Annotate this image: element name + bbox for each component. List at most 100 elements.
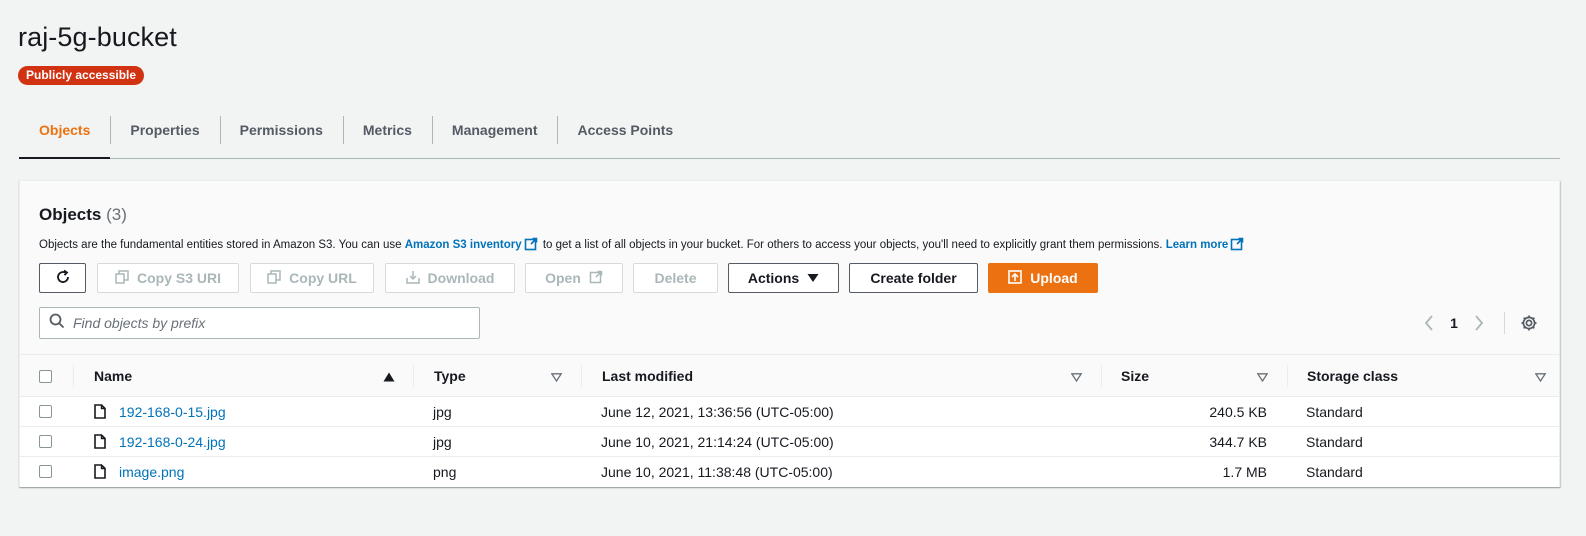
object-storage-class: Standard	[1306, 433, 1363, 450]
column-last-modified-label: Last modified	[602, 368, 694, 384]
object-last-modified: June 10, 2021, 21:14:24 (UTC-05:00)	[601, 433, 834, 450]
external-link-icon	[1230, 237, 1244, 254]
copy-icon	[115, 269, 129, 287]
object-type: png	[433, 463, 457, 480]
tab-metrics[interactable]: Metrics	[342, 114, 432, 158]
column-last-modified[interactable]: Last modified	[581, 355, 1101, 397]
actions-dropdown[interactable]: Actions	[728, 263, 839, 293]
column-storage-class-label: Storage class	[1307, 368, 1399, 384]
tab-access-points[interactable]: Access Points	[557, 114, 693, 158]
delete-button[interactable]: Delete	[633, 263, 718, 293]
create-folder-button[interactable]: Create folder	[849, 263, 978, 293]
copy-s3-uri-button[interactable]: Copy S3 URI	[97, 263, 239, 293]
sort-icon[interactable]	[550, 369, 563, 385]
object-size: 240.5 KB	[1209, 403, 1267, 420]
objects-table: Name Type Last modified Size Storage cla…	[20, 354, 1559, 487]
file-icon	[94, 427, 106, 456]
object-type: jpg	[433, 403, 452, 420]
external-link-icon	[524, 237, 538, 254]
objects-heading-label: Objects	[39, 205, 102, 224]
description-text-1: Objects are the fundamental entities sto…	[39, 239, 405, 251]
sort-icon[interactable]	[1070, 369, 1083, 385]
tab-objects[interactable]: Objects	[19, 114, 111, 159]
object-last-modified: June 10, 2021, 11:38:48 (UTC-05:00)	[601, 463, 833, 480]
column-type[interactable]: Type	[413, 355, 581, 397]
upload-label: Upload	[1030, 270, 1078, 286]
download-label: Download	[427, 270, 495, 286]
object-name-link[interactable]: 192-168-0-15.jpg	[119, 397, 226, 426]
delete-label: Delete	[654, 270, 697, 286]
objects-heading: Objects (3)	[39, 205, 127, 225]
copy-icon	[267, 269, 281, 287]
column-divider	[1101, 365, 1102, 387]
actions-label: Actions	[747, 270, 800, 286]
table-header: Name Type Last modified Size Storage cla…	[20, 354, 1559, 397]
refresh-icon	[55, 269, 71, 288]
download-button[interactable]: Download	[385, 263, 515, 293]
objects-panel: Objects (3) Objects are the fundamental …	[19, 180, 1560, 487]
sort-ascending-icon[interactable]	[383, 369, 395, 385]
column-divider	[73, 365, 74, 387]
open-label: Open	[545, 270, 581, 286]
tab-properties[interactable]: Properties	[110, 114, 219, 158]
column-size[interactable]: Size	[1101, 355, 1287, 397]
pagination: 1	[1414, 307, 1539, 339]
search-input[interactable]	[73, 315, 453, 331]
column-name-label: Name	[94, 368, 133, 384]
table-row[interactable]: 192-168-0-15.jpg jpg June 12, 2021, 13:3…	[20, 397, 1559, 427]
sort-icon[interactable]	[1534, 369, 1547, 385]
open-button[interactable]: Open	[525, 263, 623, 293]
caret-down-icon	[807, 270, 819, 286]
gear-icon[interactable]	[1519, 314, 1539, 332]
file-icon	[94, 457, 106, 486]
download-icon	[405, 270, 420, 287]
object-type: jpg	[433, 433, 452, 450]
s3-inventory-link[interactable]: Amazon S3 inventory	[405, 239, 522, 251]
search-box	[39, 307, 480, 339]
row-checkbox-cell	[39, 457, 52, 486]
row-checkbox[interactable]	[39, 465, 52, 478]
file-icon	[94, 397, 106, 426]
bucket-tabs: Objects Properties Permissions Metrics M…	[19, 114, 1560, 159]
object-storage-class: Standard	[1306, 403, 1363, 420]
column-divider	[1287, 365, 1288, 387]
select-all-checkbox[interactable]	[39, 369, 52, 383]
row-checkbox-cell	[39, 397, 52, 426]
current-page[interactable]: 1	[1444, 315, 1464, 331]
next-page-icon[interactable]	[1464, 315, 1494, 331]
copy-url-button[interactable]: Copy URL	[250, 263, 374, 293]
object-size: 1.7 MB	[1222, 463, 1267, 480]
bucket-title: raj-5g-bucket	[18, 22, 177, 52]
upload-icon	[1008, 269, 1023, 287]
column-size-label: Size	[1121, 368, 1150, 384]
object-name-link[interactable]: image.png	[119, 457, 184, 486]
column-divider	[581, 365, 582, 387]
copy-url-label: Copy URL	[289, 270, 357, 286]
external-link-icon	[589, 270, 603, 287]
select-all-checkbox-cell	[39, 355, 52, 397]
objects-description: Objects are the fundamental entities sto…	[39, 237, 1246, 254]
table-row[interactable]: image.png png June 10, 2021, 11:38:48 (U…	[20, 457, 1559, 487]
object-last-modified: June 12, 2021, 13:36:56 (UTC-05:00)	[601, 403, 834, 420]
prev-page-icon[interactable]	[1414, 315, 1444, 331]
column-storage-class[interactable]: Storage class	[1287, 355, 1559, 397]
description-text-2: to get a list of all objects in your buc…	[539, 239, 1166, 251]
pagination-divider	[1504, 312, 1505, 334]
row-checkbox[interactable]	[39, 435, 52, 448]
column-divider	[413, 365, 414, 387]
object-size: 344.7 KB	[1209, 433, 1267, 450]
column-name[interactable]: Name	[73, 355, 413, 397]
sort-icon[interactable]	[1256, 369, 1269, 385]
object-name-link[interactable]: 192-168-0-24.jpg	[119, 427, 226, 456]
row-checkbox[interactable]	[39, 405, 52, 418]
tab-management[interactable]: Management	[431, 114, 558, 158]
create-folder-label: Create folder	[870, 270, 957, 286]
refresh-button[interactable]	[39, 263, 86, 293]
upload-button[interactable]: Upload	[988, 263, 1098, 293]
copy-s3-uri-label: Copy S3 URI	[136, 270, 221, 286]
objects-count: (3)	[106, 205, 127, 224]
row-checkbox-cell	[39, 427, 52, 456]
table-row[interactable]: 192-168-0-24.jpg jpg June 10, 2021, 21:1…	[20, 427, 1559, 457]
tab-permissions[interactable]: Permissions	[219, 114, 343, 158]
learn-more-link[interactable]: Learn more	[1166, 239, 1229, 251]
